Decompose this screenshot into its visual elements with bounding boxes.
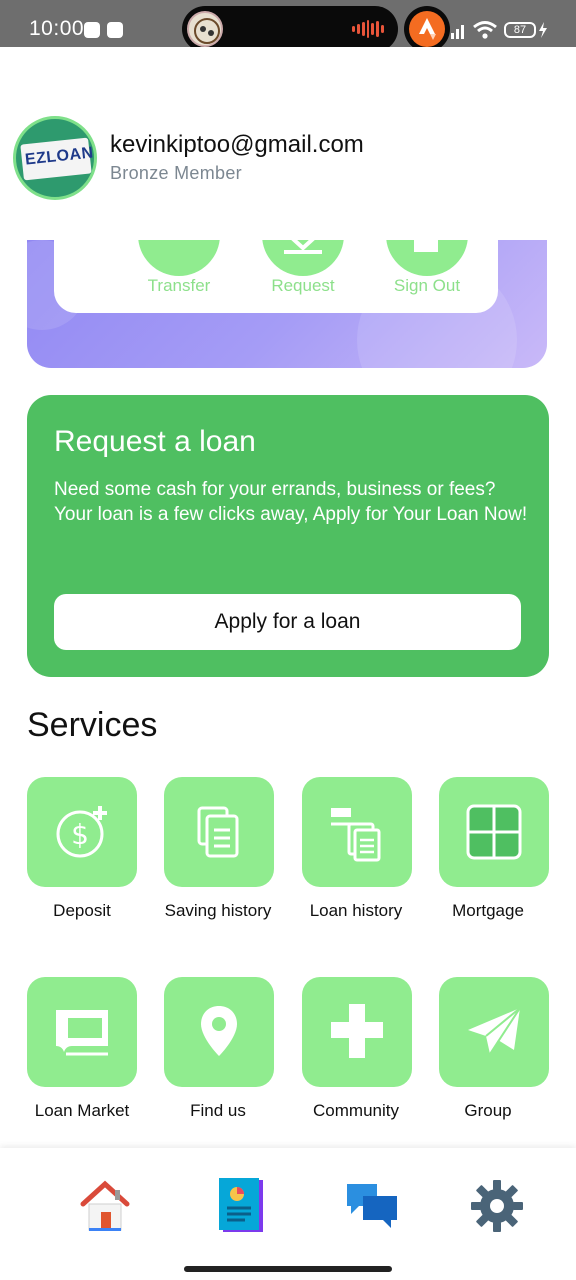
service-label: Find us xyxy=(190,1101,246,1120)
service-label: Deposit xyxy=(53,901,111,920)
wifi-icon xyxy=(473,21,497,39)
cross-icon xyxy=(302,977,412,1087)
service-find-us[interactable]: Find us xyxy=(148,977,288,1137)
status-time: 10:00 xyxy=(29,17,85,40)
profile-header: EZLOAN kevinkiptoo@gmail.com Bronze Memb… xyxy=(0,47,576,240)
sign-out-label: Sign Out xyxy=(393,276,461,295)
report-icon xyxy=(219,1178,263,1232)
svg-text:$: $ xyxy=(71,818,89,851)
charging-icon xyxy=(539,22,547,38)
home-indicator[interactable] xyxy=(184,1266,392,1272)
status-icons: 87 xyxy=(450,18,560,42)
service-label: Community xyxy=(313,1101,399,1120)
service-loan-history[interactable]: Loan history xyxy=(286,777,426,937)
service-label: Mortgage xyxy=(452,901,524,920)
service-group[interactable]: Group xyxy=(418,977,558,1137)
services-heading: Services xyxy=(27,706,158,744)
user-email: kevinkiptoo@gmail.com xyxy=(110,131,364,158)
apply-loan-button[interactable]: Apply for a loan xyxy=(54,594,521,650)
service-label: Saving history xyxy=(164,901,272,920)
strava-icon xyxy=(404,6,450,52)
nav-home[interactable] xyxy=(75,1176,135,1236)
notification-icon xyxy=(84,22,100,38)
service-label: Loan history xyxy=(309,901,403,920)
saving-history-icon xyxy=(164,777,274,887)
loan-card-description: Need some cash for your errands, busines… xyxy=(54,479,528,525)
transfer-label: Transfer xyxy=(147,276,211,295)
dynamic-island xyxy=(182,6,398,52)
notification-icon xyxy=(107,22,123,38)
nav-settings[interactable] xyxy=(467,1176,527,1236)
avatar[interactable]: EZLOAN xyxy=(13,116,97,200)
home-icon xyxy=(80,1180,130,1231)
nav-reports[interactable] xyxy=(211,1176,271,1236)
location-pin-icon xyxy=(164,977,274,1087)
deposit-icon: $ xyxy=(27,777,137,887)
loan-market-icon xyxy=(27,977,137,1087)
service-mortgage[interactable]: Mortgage xyxy=(418,777,558,937)
service-loan-market[interactable]: Loan Market xyxy=(12,977,152,1137)
service-saving-history[interactable]: Saving history xyxy=(148,777,288,937)
service-label: Loan Market xyxy=(34,1101,130,1120)
battery-indicator: 87 xyxy=(504,22,536,38)
mortgage-icon xyxy=(439,777,549,887)
request-label: Request xyxy=(271,276,335,295)
service-label: Group xyxy=(464,1101,512,1120)
loan-card-title: Request a loan xyxy=(54,425,256,458)
service-deposit[interactable]: $ Deposit xyxy=(12,777,152,937)
signal-icon xyxy=(451,25,464,39)
paper-plane-icon xyxy=(439,977,549,1087)
audio-wave-icon xyxy=(352,20,385,38)
nav-chat[interactable] xyxy=(341,1176,401,1236)
chat-icon xyxy=(347,1184,397,1228)
service-community[interactable]: Community xyxy=(286,977,426,1137)
media-thumbnail-icon xyxy=(187,11,223,47)
membership-tier: Bronze Member xyxy=(110,163,242,183)
loan-history-icon xyxy=(302,777,412,887)
settings-gear-icon xyxy=(471,1180,523,1232)
request-loan-card: Request a loan Need some cash for your e… xyxy=(27,395,549,677)
bottom-navigation xyxy=(0,1148,576,1280)
